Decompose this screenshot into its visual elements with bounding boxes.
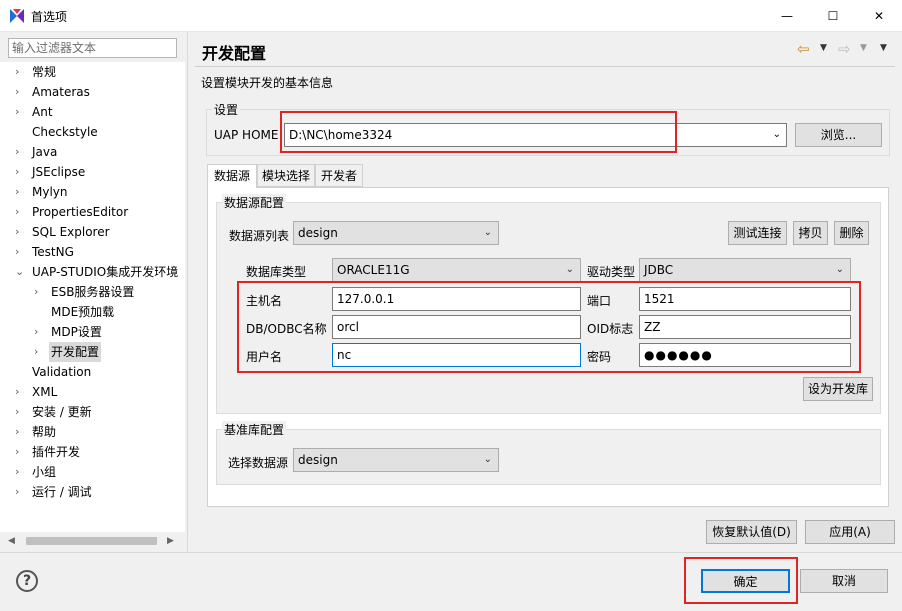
preference-tree: › 常规 › Amateras › Ant Checkstyle › Java › JSE… <box>0 62 185 532</box>
datasource-group-label: 数据源配置 <box>222 194 287 211</box>
chevron-down-icon[interactable]: ⌄ <box>773 124 781 146</box>
chevron-down-icon: ⌄ <box>835 264 844 275</box>
db-type-label: 数据库类型 <box>246 265 307 279</box>
tree-item[interactable]: › PropertiesEditor <box>15 202 128 222</box>
settings-group-label: 设置 <box>212 101 241 118</box>
tree-item[interactable]: › Amateras <box>15 82 90 102</box>
chevron-right-icon[interactable]: › <box>15 422 25 442</box>
app-icon <box>10 9 24 23</box>
title-bar: 首选项 — ☐ ✕ <box>0 0 902 32</box>
help-icon[interactable]: ? <box>16 570 38 592</box>
select-ds-label: 选择数据源 <box>228 456 289 470</box>
chevron-right-icon[interactable]: › <box>15 82 25 102</box>
chevron-right-icon[interactable]: › <box>34 342 44 362</box>
cancel-button[interactable]: 取消 <box>800 569 888 593</box>
tree-item[interactable]: MDE预加载 <box>51 302 114 322</box>
tree-item[interactable]: › Java <box>15 142 57 162</box>
minimize-button[interactable]: — <box>764 0 810 31</box>
chevron-right-icon[interactable]: › <box>15 222 25 242</box>
page-description: 设置模块开发的基本信息 <box>201 76 334 90</box>
forward-arrow-icon[interactable]: ⇨ <box>838 40 851 58</box>
tree-item[interactable]: › 插件开发 <box>15 442 80 462</box>
chevron-right-icon[interactable]: › <box>15 382 25 402</box>
tree-item[interactable]: › 小组 <box>15 462 56 482</box>
ds-list-label: 数据源列表 <box>229 229 290 243</box>
window-title: 首选项 <box>31 10 68 24</box>
chevron-right-icon[interactable]: › <box>34 322 44 342</box>
tree-item[interactable]: › 安装 / 更新 <box>15 402 92 422</box>
driver-type-label: 驱动类型 <box>587 265 636 279</box>
chevron-right-icon[interactable]: › <box>15 202 25 222</box>
maximize-icon: ☐ <box>827 8 839 23</box>
maximize-button[interactable]: ☐ <box>810 0 856 31</box>
chevron-right-icon[interactable]: › <box>15 142 25 162</box>
tree-item[interactable]: ⌄ UAP-STUDIO集成开发环境 <box>15 262 178 282</box>
chevron-right-icon[interactable]: › <box>15 162 25 182</box>
page-title: 开发配置 <box>202 44 267 63</box>
base-config-group-label: 基准库配置 <box>222 421 287 438</box>
chevron-right-icon[interactable]: › <box>15 402 25 422</box>
back-arrow-icon[interactable]: ⇦ <box>797 40 810 58</box>
pane-divider[interactable] <box>187 32 188 552</box>
chevron-down-icon: ⌄ <box>565 264 574 275</box>
chevron-right-icon[interactable]: › <box>15 482 25 502</box>
tree-item[interactable]: › Ant <box>15 102 53 122</box>
filter-input[interactable] <box>8 38 177 58</box>
tree-item[interactable]: › MDP设置 <box>34 322 102 342</box>
tab-developer[interactable]: 开发者 <box>315 164 363 187</box>
chevron-right-icon[interactable]: › <box>15 102 25 122</box>
tree-item[interactable]: Checkstyle <box>32 122 98 142</box>
tab-datasource[interactable]: 数据源 <box>207 164 257 188</box>
tree-item[interactable]: › Mylyn <box>15 182 68 202</box>
delete-button[interactable]: 删除 <box>834 221 869 245</box>
back-dropdown-icon[interactable]: ▼ <box>820 43 827 53</box>
chevron-down-icon[interactable]: ⌄ <box>15 262 25 282</box>
footer-separator <box>0 552 902 553</box>
set-dev-db-button[interactable]: 设为开发库 <box>803 377 873 401</box>
scrollbar-thumb[interactable] <box>26 537 157 545</box>
minimize-icon: — <box>781 8 793 23</box>
tree-item[interactable]: › XML <box>15 382 57 402</box>
tree-item-selected[interactable]: › 开发配置 <box>34 342 102 362</box>
forward-dropdown-icon[interactable]: ▼ <box>860 43 867 53</box>
chevron-right-icon[interactable]: › <box>15 182 25 202</box>
tree-item[interactable]: › JSEclipse <box>15 162 85 182</box>
highlight-connection-fields <box>237 281 861 373</box>
chevron-right-icon[interactable]: › <box>34 282 44 302</box>
close-icon: ✕ <box>873 8 885 23</box>
browse-button[interactable]: 浏览... <box>795 123 882 147</box>
test-connection-button[interactable]: 测试连接 <box>728 221 787 245</box>
chevron-right-icon[interactable]: › <box>15 62 25 82</box>
chevron-right-icon[interactable]: › <box>15 442 25 462</box>
db-type-select[interactable]: ORACLE11G ⌄ <box>332 258 581 282</box>
highlight-uap-home <box>280 111 677 153</box>
tree-horizontal-scrollbar[interactable]: ◀ ▶ <box>8 533 183 549</box>
active-tab-join <box>208 187 256 188</box>
tree-item[interactable]: › SQL Explorer <box>15 222 110 242</box>
apply-button[interactable]: 应用(A) <box>805 520 895 544</box>
header-separator <box>195 66 895 67</box>
copy-button[interactable]: 拷贝 <box>793 221 828 245</box>
tree-item[interactable]: › 运行 / 调试 <box>15 482 92 502</box>
tab-module-select[interactable]: 模块选择 <box>257 164 315 187</box>
chevron-down-icon: ⌄ <box>483 227 492 238</box>
highlight-ok-button <box>684 557 798 604</box>
scroll-right-icon[interactable]: ▶ <box>167 536 177 546</box>
chevron-down-icon: ⌄ <box>483 454 492 465</box>
tree-item[interactable]: Validation <box>32 362 91 382</box>
tree-item[interactable]: › TestNG <box>15 242 74 262</box>
close-button[interactable]: ✕ <box>856 0 902 31</box>
scroll-left-icon[interactable]: ◀ <box>8 536 18 546</box>
tree-item[interactable]: › ESB服务器设置 <box>34 282 134 302</box>
uap-home-label: UAP HOME <box>214 128 279 142</box>
restore-defaults-button[interactable]: 恢复默认值(D) <box>706 520 797 544</box>
ds-list-select[interactable]: design ⌄ <box>293 221 499 245</box>
chevron-right-icon[interactable]: › <box>15 242 25 262</box>
tree-item[interactable]: › 帮助 <box>15 422 56 442</box>
driver-type-select[interactable]: JDBC ⌄ <box>639 258 851 282</box>
view-menu-icon[interactable]: ▼ <box>880 43 887 53</box>
chevron-right-icon[interactable]: › <box>15 462 25 482</box>
tree-item[interactable]: › 常规 <box>15 62 56 82</box>
select-ds-select[interactable]: design ⌄ <box>293 448 499 472</box>
